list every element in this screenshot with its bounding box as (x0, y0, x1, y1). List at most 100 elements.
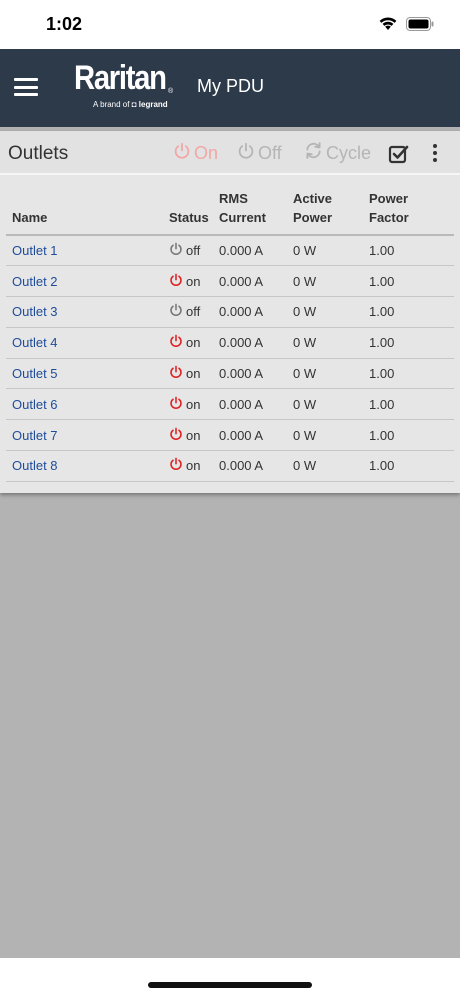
rms-current-cell: 0.000 A (213, 327, 287, 359)
table-row[interactable]: Outlet 1 off 0.000 A0 W 1.00 (6, 235, 454, 267)
column-header-active-power[interactable]: Active Power (287, 183, 363, 236)
select-all-checkbox-icon[interactable] (388, 143, 410, 165)
outlet-name-link[interactable]: Outlet 2 (6, 265, 163, 298)
power-factor-cell: 1.00 (363, 358, 454, 390)
status-bar: 1:02 (0, 0, 460, 49)
power-on-label: On (194, 142, 219, 163)
registered-mark: ® (168, 88, 174, 95)
outlet-name-link[interactable]: Outlet 6 (6, 388, 163, 421)
column-header-name[interactable]: Name (6, 183, 163, 236)
status-text: on (186, 458, 201, 474)
outlets-toolbar: Outlets On Off Cycle (0, 131, 460, 175)
power-icon (169, 427, 183, 444)
home-indicator[interactable] (148, 982, 312, 988)
column-header-status[interactable]: Status (163, 183, 213, 236)
power-off-button[interactable]: Off (237, 140, 282, 166)
outlet-name-link[interactable]: Outlet 8 (6, 450, 163, 482)
status-text: on (186, 427, 201, 443)
outlet-status: on (163, 419, 213, 452)
power-icon (169, 396, 183, 413)
active-power-cell: 0 W (287, 235, 363, 267)
rms-current-cell: 0.000 A (213, 296, 287, 328)
outlet-status: on (163, 358, 213, 390)
status-text: on (186, 366, 201, 382)
outlets-table-wrap: Name Status RMS Current Active Power Power… (6, 183, 454, 482)
table-row[interactable]: Outlet 7 on 0.000 A0 W 1.00 (6, 419, 454, 452)
power-on-button[interactable]: On (173, 140, 218, 166)
outlet-status: on (163, 388, 213, 421)
outlet-status: on (163, 450, 213, 482)
outlet-status: on (163, 327, 213, 359)
table-row[interactable]: Outlet 5 on 0.000 A0 W 1.00 (6, 358, 454, 390)
status-icons (378, 16, 434, 36)
outlet-name-link[interactable]: Outlet 1 (6, 235, 163, 267)
power-icon (169, 242, 183, 259)
refresh-icon (304, 141, 323, 165)
battery-icon (406, 16, 434, 36)
outlet-name-link[interactable]: Outlet 4 (6, 327, 163, 359)
rms-current-cell: 0.000 A (213, 450, 287, 482)
power-factor-cell: 1.00 (363, 296, 454, 328)
power-factor-cell: 1.00 (363, 327, 454, 359)
home-indicator-area (0, 958, 460, 996)
table-row[interactable]: Outlet 4 on 0.000 A0 W 1.00 (6, 327, 454, 359)
power-icon (169, 334, 183, 351)
status-text: on (186, 335, 201, 351)
power-icon (169, 457, 183, 474)
power-off-label: Off (258, 142, 282, 163)
app-header: Raritan ® A brand of ◘ legrand My PDU (0, 49, 460, 127)
power-factor-cell: 1.00 (363, 265, 454, 298)
outlet-name-link[interactable]: Outlet 5 (6, 358, 163, 390)
outlet-status: on (163, 265, 213, 298)
active-power-cell: 0 W (287, 388, 363, 421)
rms-current-cell: 0.000 A (213, 265, 287, 298)
table-header-row: Name Status RMS Current Active Power Power… (6, 183, 454, 236)
power-icon (173, 142, 191, 165)
power-cycle-label: Cycle (326, 142, 372, 163)
active-power-cell: 0 W (287, 327, 363, 359)
active-power-cell: 0 W (287, 296, 363, 328)
table-row[interactable]: Outlet 3 off 0.000 A0 W 1.00 (6, 296, 454, 328)
status-text: on (186, 273, 201, 289)
status-time: 1:02 (46, 14, 83, 34)
active-power-cell: 0 W (287, 450, 363, 482)
column-header-power-factor[interactable]: Power Factor (363, 183, 454, 236)
status-text: on (186, 396, 201, 412)
outlet-status: off (163, 235, 213, 267)
power-icon (169, 365, 183, 382)
power-factor-cell: 1.00 (363, 235, 454, 267)
rms-current-cell: 0.000 A (213, 358, 287, 390)
menu-icon[interactable] (14, 78, 38, 96)
power-factor-cell: 1.00 (363, 450, 454, 482)
outlet-name-link[interactable]: Outlet 3 (6, 296, 163, 328)
rms-current-cell: 0.000 A (213, 388, 287, 421)
brand-tagline: A brand of ◘ legrand (93, 100, 168, 109)
table-row[interactable]: Outlet 6 on 0.000 A0 W 1.00 (6, 388, 454, 421)
column-header-rms-current[interactable]: RMS Current (213, 183, 287, 236)
active-power-cell: 0 W (287, 419, 363, 452)
outlet-name-link[interactable]: Outlet 7 (6, 419, 163, 452)
device-title: My PDU (197, 76, 264, 96)
table-row[interactable]: Outlet 2 on 0.000 A0 W 1.00 (6, 265, 454, 298)
status-text: off (186, 304, 201, 320)
power-factor-cell: 1.00 (363, 419, 454, 452)
status-text: off (186, 243, 201, 259)
table-row[interactable]: Outlet 8 on 0.000 A0 W 1.00 (6, 450, 454, 482)
panel-title: Outlets (8, 143, 69, 164)
rms-current-cell: 0.000 A (213, 419, 287, 452)
brand-name: Raritan (74, 59, 167, 97)
rms-current-cell: 0.000 A (213, 235, 287, 267)
power-icon (169, 273, 183, 290)
wifi-icon (378, 16, 398, 36)
active-power-cell: 0 W (287, 358, 363, 390)
power-icon (237, 142, 255, 165)
outlets-table: Name Status RMS Current Active Power Power… (6, 183, 454, 482)
brand-logo: Raritan ® A brand of ◘ legrand (74, 59, 184, 111)
power-icon (169, 303, 183, 320)
outlets-panel: Outlets On Off Cycle Name Status RMS Cur… (0, 131, 460, 493)
more-options-icon[interactable] (428, 142, 442, 164)
outlet-status: off (163, 296, 213, 328)
power-factor-cell: 1.00 (363, 388, 454, 421)
power-cycle-button[interactable]: Cycle (304, 140, 371, 166)
active-power-cell: 0 W (287, 265, 363, 298)
